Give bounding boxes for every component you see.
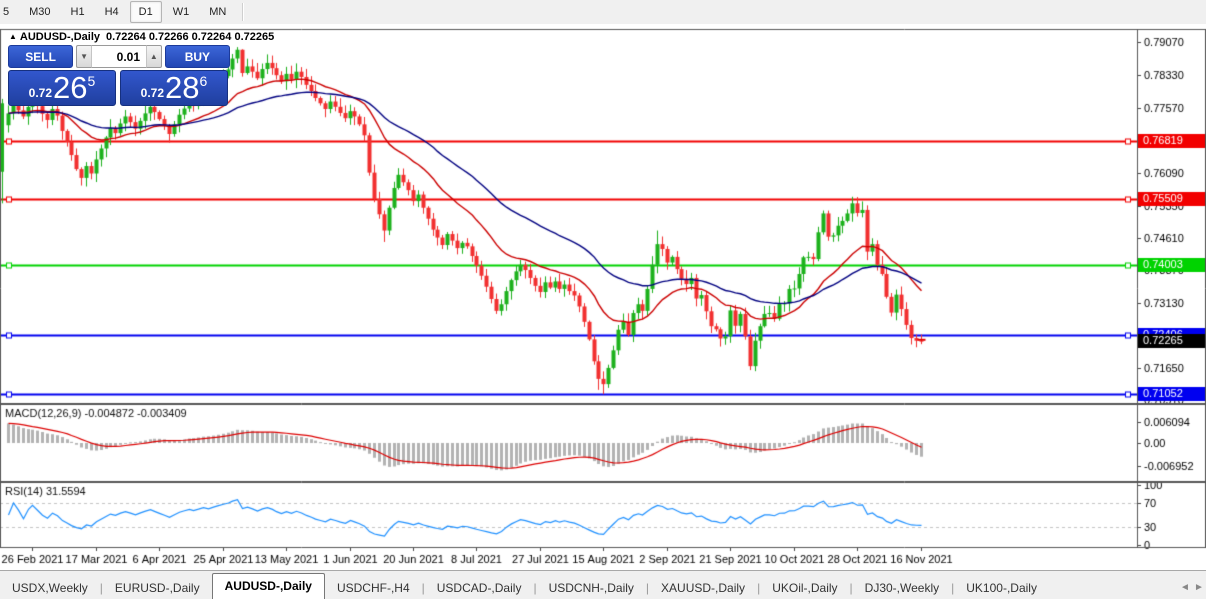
collapse-arrow-icon[interactable]: ▲ (9, 32, 17, 41)
toolbar-separator (242, 3, 245, 21)
sell-button[interactable]: SELL (8, 45, 74, 68)
buy-price-prefix: 0.72 (140, 86, 165, 100)
timeframe-button-h4[interactable]: H4 (96, 1, 128, 23)
tab-scroll-left-button[interactable]: ◄ (1178, 577, 1192, 599)
timeframe-button-m30[interactable]: M30 (20, 1, 59, 23)
buy-price-big-digits: 28 (165, 70, 200, 105)
volume-input[interactable] (91, 45, 147, 68)
trade-panel-controls: SELL ▼ ▲ BUY (8, 45, 230, 68)
chart-tab-usdchf-h4[interactable]: USDCHF-,H4 (325, 577, 422, 599)
sell-price-display[interactable]: 0.72 26 5 (8, 70, 116, 106)
chart-tab-uk100-daily[interactable]: UK100-,Daily (954, 577, 1049, 599)
sell-price-big-digits: 26 (53, 70, 88, 105)
trading-terminal-window: 5 M30 H1 H4 D1 W1 MN ▲ AUDUSD-,Daily 0.72264 0.7… (0, 0, 1206, 599)
tab-scroll-right-button[interactable]: ► (1192, 577, 1206, 599)
chart-tab-usdcad-daily[interactable]: USDCAD-,Daily (425, 577, 534, 599)
chevron-down-icon: ▼ (80, 52, 89, 61)
timeframe-button-w1[interactable]: W1 (164, 1, 199, 23)
chart-tab-usdx-weekly[interactable]: USDX,Weekly (0, 577, 100, 599)
one-click-trade-panel: SELL ▼ ▲ BUY 0.72 26 5 0.72 28 6 (8, 45, 230, 106)
chart-tab-eurusd-daily[interactable]: EURUSD-,Daily (103, 577, 212, 599)
buy-price-pip-digit: 6 (199, 73, 208, 89)
chart-tab-ukoil-daily[interactable]: UKOil-,Daily (760, 577, 849, 599)
buy-price-display[interactable]: 0.72 28 6 (120, 70, 228, 106)
chart-tab-dj30-weekly[interactable]: DJ30-,Weekly (853, 577, 951, 599)
chart-title: ▲ AUDUSD-,Daily 0.72264 0.72266 0.72264 0.… (9, 31, 274, 43)
chevron-up-icon: ▲ (149, 52, 158, 61)
volume-decrease-button[interactable]: ▼ (76, 45, 91, 68)
timeframe-button-h1[interactable]: H1 (62, 1, 94, 23)
timeframe-button-d1[interactable]: D1 (129, 1, 162, 23)
chart-tab-audusd-daily[interactable]: AUDUSD-,Daily (211, 573, 325, 599)
chart-ohlc-quotes: 0.72264 0.72266 0.72264 0.72265 (106, 31, 275, 43)
buy-button[interactable]: BUY (164, 45, 230, 68)
chart-tabs-bar: USDX,Weekly | EURUSD-,Daily AUDUSD-,Daily US… (0, 570, 1206, 599)
timeframe-button-5[interactable]: 5 (0, 1, 18, 23)
chart-symbol-label: AUDUSD-,Daily (19, 31, 100, 43)
chart-tab-xauusd-daily[interactable]: XAUUSD-,Daily (649, 577, 757, 599)
timeframe-toolbar: 5 M30 H1 H4 D1 W1 MN (0, 0, 1206, 25)
sell-price-prefix: 0.72 (28, 86, 53, 100)
volume-increase-button[interactable]: ▲ (147, 45, 162, 68)
chart-tab-usdcnh-daily[interactable]: USDCNH-,Daily (537, 577, 646, 599)
trade-panel-prices: 0.72 26 5 0.72 28 6 (8, 70, 230, 106)
sell-price-pip-digit: 5 (87, 73, 96, 89)
timeframe-button-mn[interactable]: MN (200, 1, 235, 23)
